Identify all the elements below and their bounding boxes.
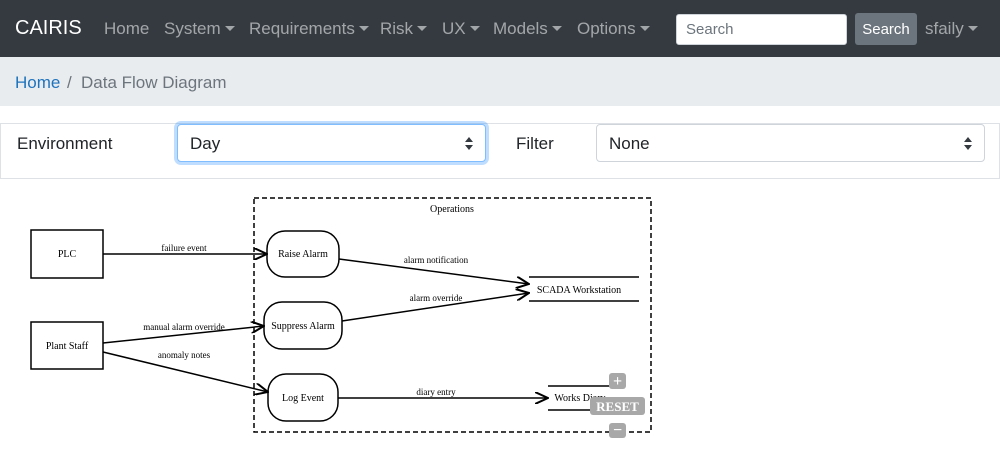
nav-options[interactable]: Options (577, 19, 650, 39)
nav-requirements-label: Requirements (249, 19, 355, 38)
user-name: sfaily (925, 19, 964, 38)
flow-alarm-override[interactable]: alarm override (341, 293, 529, 322)
filter-select[interactable]: None (596, 124, 985, 162)
nav-ux[interactable]: UX (442, 19, 480, 39)
minus-icon: − (613, 422, 622, 439)
nav-options-label: Options (577, 19, 636, 38)
process-raise-alarm-label: Raise Alarm (278, 249, 328, 260)
flow-failure-event[interactable]: failure event (103, 243, 267, 254)
zoom-in-button[interactable]: + (609, 373, 626, 390)
trust-boundary-label: Operations (430, 204, 474, 215)
flow-manual-alarm-override[interactable]: manual alarm override (102, 322, 264, 344)
data-flow-diagram[interactable]: Operations PLC Plant Staff Raise Alarm S… (0, 180, 1000, 452)
process-suppress-alarm-label: Suppress Alarm (271, 321, 335, 332)
caret-down-icon (639, 25, 650, 31)
process-suppress-alarm[interactable]: Suppress Alarm (263, 301, 343, 350)
entity-plant-staff[interactable]: Plant Staff (30, 321, 104, 370)
nav-risk-label: Risk (380, 19, 414, 38)
caret-down-icon (224, 25, 235, 31)
caret-down-icon (417, 25, 428, 31)
plus-icon: + (613, 373, 622, 390)
nav-models-label: Models (493, 19, 548, 38)
flow-failure-event-label: failure event (161, 243, 207, 253)
breadcrumb-home-link[interactable]: Home (15, 73, 60, 93)
nav-ux-label: UX (442, 19, 466, 38)
top-navbar: CAIRIS Home System Requirements Risk UX … (0, 0, 1000, 57)
flow-alarm-override-label: alarm override (410, 293, 463, 303)
environment-select-value: Day (190, 134, 221, 153)
entity-plc[interactable]: PLC (30, 229, 104, 279)
select-arrows-icon (964, 137, 972, 150)
flow-anomaly-notes[interactable]: anomaly notes (102, 350, 268, 392)
caret-down-icon (967, 25, 978, 31)
select-arrows-icon (465, 137, 473, 150)
nav-home[interactable]: Home (104, 19, 149, 39)
user-menu[interactable]: sfaily (925, 19, 978, 39)
process-log-event-label: Log Event (282, 393, 324, 404)
nav-system-label: System (164, 19, 221, 38)
filter-label: Filter (516, 134, 554, 153)
zoom-out-button[interactable]: − (609, 422, 626, 439)
entity-plant-staff-label: Plant Staff (46, 341, 89, 352)
brand-logo[interactable]: CAIRIS (15, 17, 82, 40)
flow-diary-entry[interactable]: diary entry (338, 387, 548, 398)
datastore-scada-label: SCADA Workstation (537, 285, 621, 296)
process-log-event[interactable]: Log Event (267, 373, 339, 422)
flow-alarm-notification-label: alarm notification (404, 255, 469, 265)
process-raise-alarm[interactable]: Raise Alarm (266, 230, 340, 278)
environment-select[interactable]: Day (177, 124, 486, 162)
search-input[interactable] (676, 14, 847, 45)
flow-alarm-notification[interactable]: alarm notification (338, 255, 529, 284)
caret-down-icon (469, 25, 480, 31)
filter-bar: Environment Day Filter None (0, 123, 1000, 179)
datastore-scada-workstation[interactable]: SCADA Workstation (529, 276, 639, 302)
reset-zoom-button[interactable]: RESET (590, 397, 645, 415)
entity-plc-label: PLC (58, 249, 77, 260)
filter-select-value: None (609, 134, 650, 153)
flow-manual-alarm-override-label: manual alarm override (143, 322, 224, 332)
environment-label: Environment (17, 134, 113, 153)
caret-down-icon (551, 25, 562, 31)
nav-home-label: Home (104, 19, 150, 38)
reset-label: RESET (596, 399, 639, 414)
breadcrumb: Home / Data Flow Diagram (0, 57, 1000, 106)
nav-models[interactable]: Models (493, 19, 562, 39)
search-button[interactable]: Search (855, 13, 917, 45)
breadcrumb-current: Data Flow Diagram (81, 73, 227, 92)
flow-diary-entry-label: diary entry (416, 387, 456, 397)
flow-anomaly-notes-label: anomaly notes (158, 350, 211, 360)
nav-risk[interactable]: Risk (380, 19, 428, 39)
caret-down-icon (358, 25, 369, 31)
breadcrumb-separator: / (67, 73, 72, 92)
nav-system[interactable]: System (164, 19, 235, 39)
nav-requirements[interactable]: Requirements (249, 19, 369, 39)
